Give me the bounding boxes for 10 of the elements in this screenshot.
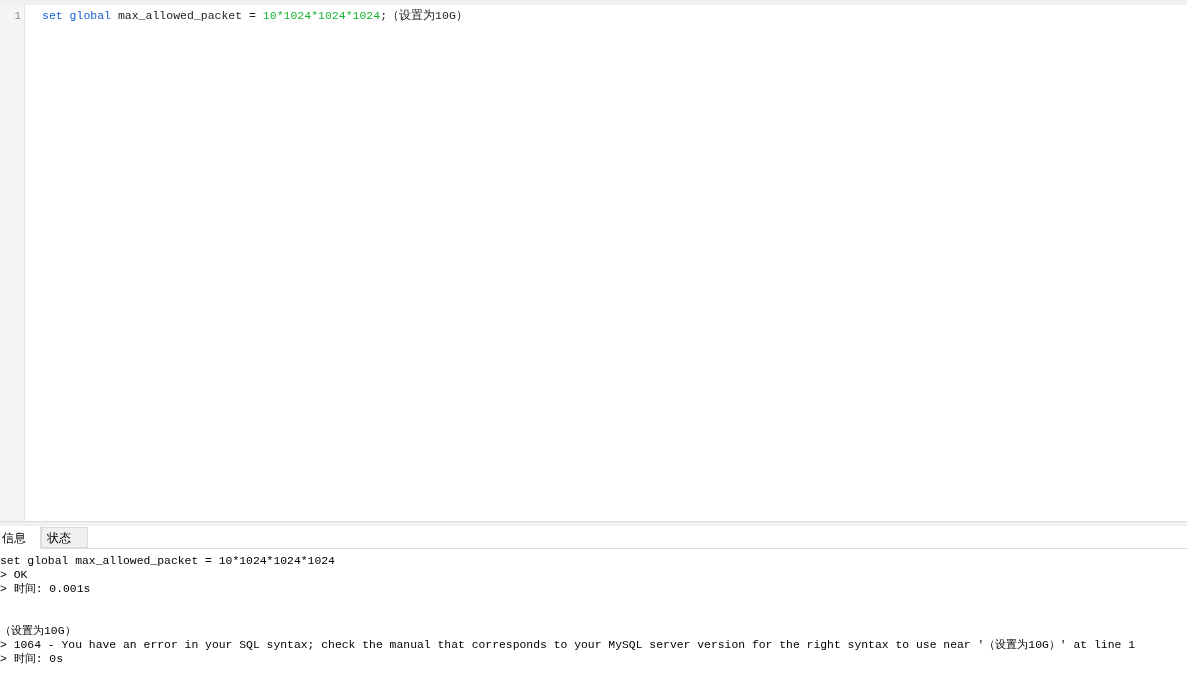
line-number: 1: [13, 9, 22, 24]
message-line: > 时间: 0s: [0, 652, 64, 666]
message-line: > OK: [0, 568, 29, 582]
tab[interactable]: 信息: [0, 526, 41, 549]
message-line: > 1064 - You have an error in your SQL syntax; check the manual that corresponds to your MySQL server version for the right syntax to use near '（设置为10G）' at line 1: [0, 638, 1136, 652]
tab[interactable]: 状态: [41, 527, 88, 548]
message-line: > 时间: 0.001s: [0, 582, 92, 596]
code-line: set global max_allowed_packet = 10*1024*1024*1024;（设置为10G）: [42, 8, 469, 24]
message-line: set global max_allowed_packet = 10*1024*1024*1024: [0, 554, 336, 568]
message-line: （设置为10G）: [0, 624, 77, 638]
